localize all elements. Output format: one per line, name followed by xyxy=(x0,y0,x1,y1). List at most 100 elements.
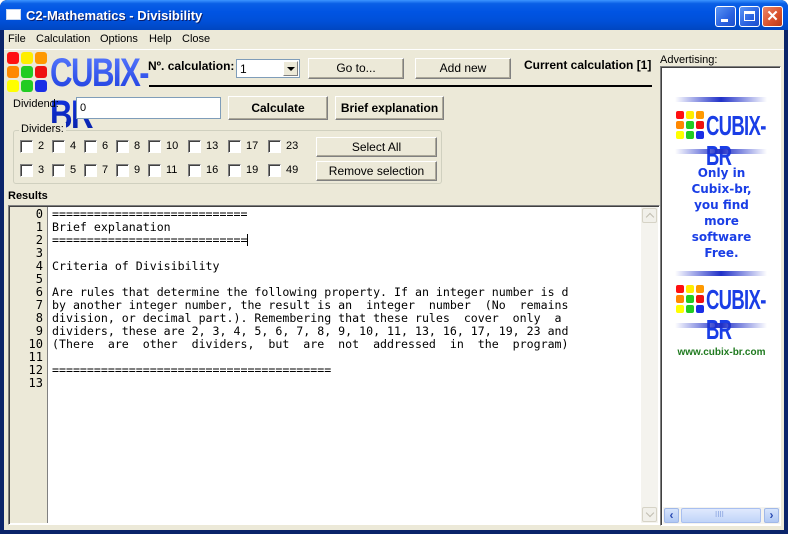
ad-divider xyxy=(675,97,767,102)
select-all-button[interactable]: Select All xyxy=(316,137,437,157)
dividend-label: Dividend: xyxy=(13,98,59,110)
ad-slogan-line: Only in xyxy=(697,166,746,180)
text-line: ============================ xyxy=(52,233,249,247)
goto-button[interactable]: Go to... xyxy=(308,58,404,79)
app-icon xyxy=(6,9,21,20)
logo-cubes-icon xyxy=(676,111,706,141)
ad-slogan-line: software xyxy=(691,230,752,244)
menu-bar: File Calculation Options Help Close xyxy=(4,30,784,50)
calculate-button[interactable]: Calculate xyxy=(228,96,328,120)
logo-cube xyxy=(21,52,33,64)
divider-checkbox-16[interactable] xyxy=(188,164,201,177)
close-button[interactable]: ✕ xyxy=(762,6,783,27)
scroll-right-icon[interactable]: › xyxy=(764,508,779,523)
divider-checkbox-3[interactable] xyxy=(20,164,33,177)
divider-checkbox-7[interactable] xyxy=(84,164,97,177)
ad-slogan-line: Cubix-br, xyxy=(691,182,752,196)
divider-checkbox-10[interactable] xyxy=(148,140,161,153)
divider-label: 5 xyxy=(70,164,77,176)
horizontal-scrollbar[interactable]: ‹ › xyxy=(663,507,780,524)
divider-checkbox-23[interactable] xyxy=(268,140,281,153)
divider-checkbox-19[interactable] xyxy=(228,164,241,177)
menu-close[interactable]: Close xyxy=(182,33,210,45)
remove-selection-button[interactable]: Remove selection xyxy=(316,161,437,181)
logo-cube xyxy=(696,295,704,303)
results-text[interactable]: ============================ Brief explan… xyxy=(49,207,642,523)
scroll-thumb[interactable] xyxy=(681,508,761,523)
divider-label: 6 xyxy=(102,140,109,152)
divider-label: 9 xyxy=(134,164,141,176)
title-bar[interactable]: C2-Mathematics - Divisibility ✕ xyxy=(0,0,788,30)
logo-cube xyxy=(21,80,33,92)
logo-cube xyxy=(686,285,694,293)
current-calculation-label: Current calculation [1] xyxy=(524,58,652,72)
minimize-button[interactable] xyxy=(715,6,736,27)
ad-url-link[interactable]: www.cubix-br.com xyxy=(661,347,780,358)
divider-checkbox-2[interactable] xyxy=(20,140,33,153)
close-icon: ✕ xyxy=(766,8,779,25)
divider-checkbox-17[interactable] xyxy=(228,140,241,153)
divider-label: 3 xyxy=(38,164,45,176)
divider-label: 2 xyxy=(38,140,45,152)
scroll-left-icon[interactable]: ‹ xyxy=(664,508,679,523)
logo-cube xyxy=(35,66,47,78)
ad-logo-text: CUBIX-BR xyxy=(706,284,766,345)
chevron-down-icon[interactable] xyxy=(283,61,298,76)
cubix-logo: CUBIX-BR xyxy=(7,52,150,136)
menu-file[interactable]: File xyxy=(8,33,26,45)
separator-line xyxy=(149,85,652,87)
divider-label: 7 xyxy=(102,164,109,176)
maximize-icon xyxy=(744,11,755,21)
divider-label: 10 xyxy=(166,140,179,152)
menu-options[interactable]: Options xyxy=(100,33,138,45)
brief-explanation-button[interactable]: Brief explanation xyxy=(335,96,444,120)
calc-number-value: 1 xyxy=(240,62,247,76)
divider-checkbox-11[interactable] xyxy=(148,164,161,177)
divider-checkbox-13[interactable] xyxy=(188,140,201,153)
logo-cube xyxy=(676,111,684,119)
divider-checkbox-4[interactable] xyxy=(52,140,65,153)
logo-cube xyxy=(686,295,694,303)
line-number-gutter: 0 1 2 3 4 5 6 7 8 9 10 11 12 13 xyxy=(10,207,48,523)
logo-cube xyxy=(686,121,694,129)
divider-label: 4 xyxy=(70,140,77,152)
ad-logo: CUBIX-BR xyxy=(676,111,776,171)
advertising-panel[interactable]: CUBIX-BR Only in Cubix-br, you find more sof… xyxy=(660,66,781,526)
text-line: Criteria of Divisibility xyxy=(52,259,220,273)
logo-cube xyxy=(35,80,47,92)
logo-cube xyxy=(676,285,684,293)
divider-label: 23 xyxy=(286,140,299,152)
divider-label: 16 xyxy=(206,164,219,176)
divider-label: 49 xyxy=(286,164,299,176)
divider-checkbox-5[interactable] xyxy=(52,164,65,177)
scroll-down-icon[interactable] xyxy=(642,507,657,522)
results-editor[interactable]: 0 1 2 3 4 5 6 7 8 9 10 11 12 13 =====================… xyxy=(8,205,660,525)
logo-cube xyxy=(21,66,33,78)
logo-cube xyxy=(696,121,704,129)
divider-checkbox-9[interactable] xyxy=(116,164,129,177)
dividers-title: Dividers: xyxy=(19,123,66,135)
divider-checkbox-6[interactable] xyxy=(84,140,97,153)
calc-number-select[interactable]: 1 xyxy=(236,59,300,78)
minimize-icon xyxy=(721,19,728,22)
menu-calculation[interactable]: Calculation xyxy=(36,33,90,45)
scroll-up-icon[interactable] xyxy=(642,208,657,223)
vertical-scrollbar[interactable] xyxy=(641,207,658,523)
logo-cube xyxy=(7,52,19,64)
calc-number-label: Nº. calculation: xyxy=(148,59,235,73)
logo-cube xyxy=(686,131,694,139)
ad-logo-text: CUBIX-BR xyxy=(706,110,766,171)
add-new-button[interactable]: Add new xyxy=(415,58,511,79)
maximize-button[interactable] xyxy=(739,6,760,27)
text-caret xyxy=(247,234,249,246)
ad-divider xyxy=(675,149,767,154)
text-line: (There are other dividers, but are not a… xyxy=(52,337,569,351)
divider-checkbox-8[interactable] xyxy=(116,140,129,153)
divider-checkbox-49[interactable] xyxy=(268,164,281,177)
divider-label: 11 xyxy=(166,164,178,176)
ad-slogan-line: you find xyxy=(694,198,749,212)
results-label: Results xyxy=(8,190,48,202)
dividend-input[interactable] xyxy=(76,97,221,119)
menu-help[interactable]: Help xyxy=(149,33,172,45)
divider-label: 19 xyxy=(246,164,259,176)
